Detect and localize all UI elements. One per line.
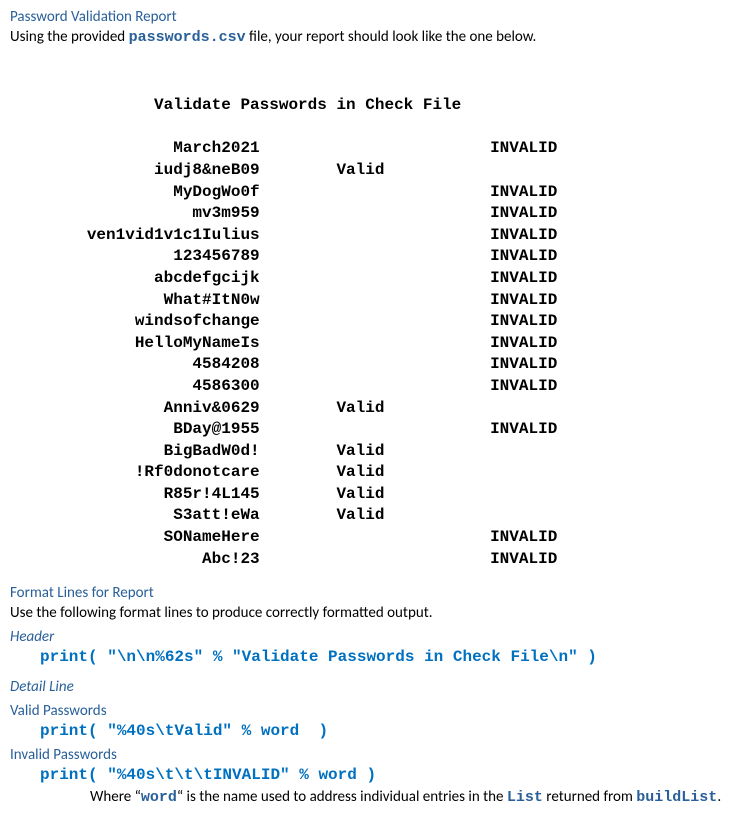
where-fn: buildList [636, 789, 717, 806]
filename: passwords.csv [129, 29, 246, 46]
where-mid: “ is the name used to address individual… [177, 788, 507, 806]
where-explanation: Where “word“ is the name used to address… [90, 788, 723, 806]
valid-label: Valid Passwords [10, 702, 723, 720]
detail-label: Detail Line [10, 678, 723, 696]
section-heading-format: Format Lines for Report [10, 584, 723, 602]
where-word: word [141, 789, 177, 806]
valid-code: print( "%40s\tValid" % word ) [40, 722, 723, 740]
intro-text: Using the provided passwords.csv file, y… [10, 28, 723, 46]
header-label: Header [10, 628, 723, 646]
where-ret: returned from [543, 788, 636, 806]
intro-pre: Using the provided [10, 28, 129, 46]
where-end: . [717, 788, 721, 806]
format-subtext: Use the following format lines to produc… [10, 604, 723, 622]
invalid-label: Invalid Passwords [10, 746, 723, 764]
where-list: List [507, 789, 543, 806]
header-code: print( "\n\n%62s" % "Validate Passwords … [40, 648, 723, 666]
intro-post: file, your report should look like the o… [246, 28, 537, 46]
invalid-code: print( "%40s\t\t\tINVALID" % word ) [40, 766, 723, 784]
report-output: Validate Passwords in Check File March20… [10, 52, 723, 570]
section-heading-validation: Password Validation Report [10, 8, 723, 26]
where-pre: Where “ [90, 788, 141, 806]
